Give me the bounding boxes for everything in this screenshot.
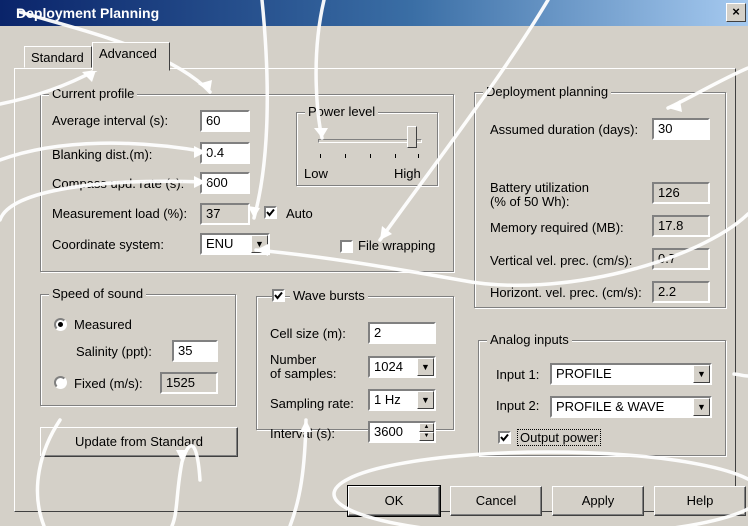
measurement-load-value: 37 bbox=[200, 203, 250, 225]
measured-label: Measured bbox=[74, 317, 132, 332]
chevron-down-icon[interactable]: ▼ bbox=[693, 398, 710, 416]
chevron-down-icon[interactable]: ▼ bbox=[417, 358, 434, 376]
slider-tick bbox=[370, 154, 371, 158]
coordinate-system-label: Coordinate system: bbox=[52, 237, 164, 252]
slider-tick bbox=[418, 154, 419, 158]
average-interval-input[interactable]: 60 bbox=[200, 110, 250, 132]
output-power-label: Output power bbox=[517, 429, 602, 446]
fixed-value: 1525 bbox=[160, 372, 218, 394]
vertical-vel-prec-label: Vertical vel. prec. (cm/s): bbox=[490, 253, 633, 268]
update-from-standard-button[interactable]: Update from Standard bbox=[40, 427, 238, 457]
speed-of-sound-title: Speed of sound bbox=[49, 286, 147, 301]
tab-standard-label: Standard bbox=[31, 50, 84, 65]
sampling-rate-label: Sampling rate: bbox=[270, 396, 354, 411]
check-mark-icon bbox=[266, 208, 275, 217]
sampling-rate-select[interactable]: 1 Hz ▼ bbox=[368, 389, 436, 411]
ok-button[interactable]: OK bbox=[347, 485, 441, 517]
check-mark-icon bbox=[500, 433, 509, 442]
vertical-vel-prec-value: 0.7 bbox=[652, 248, 710, 270]
number-of-samples-label-1: Number bbox=[270, 352, 317, 367]
close-button[interactable]: × bbox=[726, 3, 746, 22]
wave-bursts-checkbox[interactable] bbox=[272, 289, 285, 302]
battery-utilization-value: 126 bbox=[652, 182, 710, 204]
measured-radio[interactable] bbox=[54, 318, 67, 331]
interval-value: 3600 bbox=[374, 424, 403, 439]
horizont-vel-prec-value: 2.2 bbox=[652, 281, 710, 303]
slider-tick bbox=[395, 154, 396, 158]
deployment-planning-dialog: Deployment Planning × Standard Advanced … bbox=[0, 0, 748, 526]
memory-required-value: 17.8 bbox=[652, 215, 710, 237]
auto-label: Auto bbox=[286, 206, 313, 221]
deployment-planning-title: Deployment planning bbox=[483, 84, 612, 99]
slider-tick bbox=[345, 154, 346, 158]
file-wrapping-checkbox[interactable] bbox=[340, 240, 353, 253]
cell-size-label: Cell size (m): bbox=[270, 326, 346, 341]
sampling-rate-value: 1 Hz bbox=[374, 392, 401, 407]
power-high-label: High bbox=[394, 166, 421, 181]
close-icon: × bbox=[732, 4, 740, 19]
power-level-slider-thumb[interactable] bbox=[407, 126, 418, 148]
cell-size-input[interactable]: 2 bbox=[368, 322, 436, 344]
tab-advanced[interactable]: Advanced bbox=[92, 42, 170, 71]
memory-required-label: Memory required (MB): bbox=[490, 220, 624, 235]
fixed-radio[interactable] bbox=[54, 376, 67, 389]
apply-button[interactable]: Apply bbox=[552, 486, 644, 516]
output-power-checkbox[interactable] bbox=[498, 431, 511, 444]
average-interval-label: Average interval (s): bbox=[52, 113, 169, 128]
fixed-label: Fixed (m/s): bbox=[74, 376, 143, 391]
input-1-select[interactable]: PROFILE ▼ bbox=[550, 363, 712, 385]
battery-utilization-label-2: (% of 50 Wh): bbox=[490, 194, 570, 209]
chevron-down-icon[interactable]: ▼ bbox=[417, 391, 434, 409]
title-bar: Deployment Planning × bbox=[0, 0, 748, 26]
horizont-vel-prec-label: Horizont. vel. prec. (cm/s): bbox=[490, 285, 642, 300]
input-2-value: PROFILE & WAVE bbox=[556, 399, 665, 414]
blanking-dist-input[interactable]: 0.4 bbox=[200, 142, 250, 164]
wave-bursts-label: Wave bursts bbox=[290, 288, 368, 303]
interval-label: Interval (s): bbox=[270, 426, 336, 441]
compass-upd-rate-label: Compass upd. rate (s): bbox=[52, 176, 185, 191]
spin-arrows-icon[interactable]: ▲ ▼ bbox=[419, 423, 434, 441]
check-mark-icon bbox=[274, 291, 283, 300]
assumed-duration-label: Assumed duration (days): bbox=[490, 122, 639, 137]
salinity-label: Salinity (ppt): bbox=[76, 344, 152, 359]
number-of-samples-select[interactable]: 1024 ▼ bbox=[368, 356, 436, 378]
number-of-samples-value: 1024 bbox=[374, 359, 403, 374]
coordinate-system-select[interactable]: ENU ▼ bbox=[200, 233, 270, 255]
interval-input[interactable]: 3600 ▲ ▼ bbox=[368, 421, 436, 443]
tab-advanced-label: Advanced bbox=[99, 46, 157, 61]
file-wrapping-label: File wrapping bbox=[358, 238, 436, 253]
battery-utilization-label-1: Battery utilization bbox=[490, 180, 589, 195]
blanking-dist-label: Blanking dist.(m): bbox=[52, 147, 153, 162]
input-2-select[interactable]: PROFILE & WAVE ▼ bbox=[550, 396, 712, 418]
compass-upd-rate-input[interactable]: 600 bbox=[200, 172, 250, 194]
cancel-button[interactable]: Cancel bbox=[450, 486, 542, 516]
assumed-duration-input[interactable]: 30 bbox=[652, 118, 710, 140]
chevron-down-icon[interactable]: ▼ bbox=[693, 365, 710, 383]
power-low-label: Low bbox=[304, 166, 328, 181]
power-level-title: Power level bbox=[305, 104, 379, 119]
tab-standard[interactable]: Standard bbox=[24, 46, 92, 68]
input-2-label: Input 2: bbox=[496, 398, 540, 413]
current-profile-title: Current profile bbox=[49, 86, 138, 101]
input-1-value: PROFILE bbox=[556, 366, 612, 381]
slider-tick bbox=[320, 154, 321, 158]
salinity-input[interactable]: 35 bbox=[172, 340, 218, 362]
measurement-load-label: Measurement load (%): bbox=[52, 206, 188, 221]
help-button[interactable]: Help bbox=[654, 486, 746, 516]
analog-inputs-title: Analog inputs bbox=[487, 332, 572, 347]
coordinate-system-value: ENU bbox=[206, 236, 234, 251]
window-title: Deployment Planning bbox=[16, 5, 160, 21]
auto-checkbox[interactable] bbox=[264, 206, 277, 219]
number-of-samples-label-2: of samples: bbox=[270, 366, 337, 381]
chevron-down-icon[interactable]: ▼ bbox=[251, 235, 268, 253]
input-1-label: Input 1: bbox=[496, 367, 540, 382]
